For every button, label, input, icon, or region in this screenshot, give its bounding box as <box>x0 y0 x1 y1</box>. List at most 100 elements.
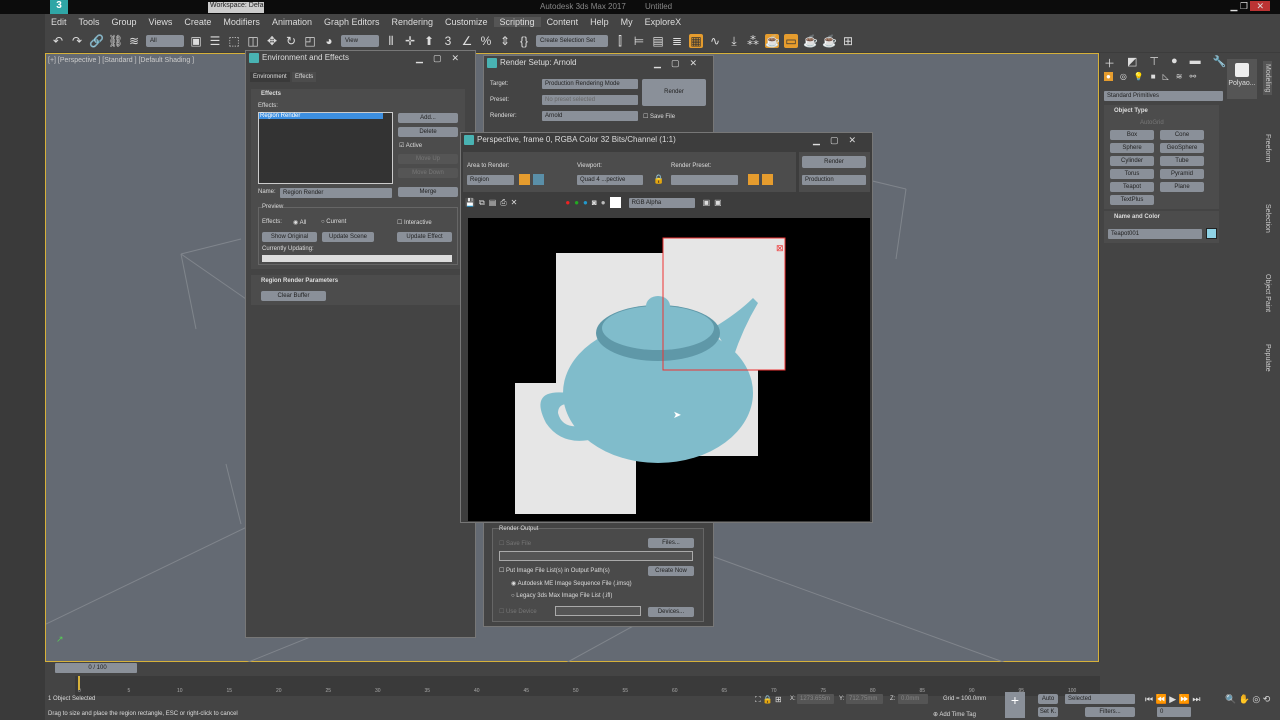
env-title-bar[interactable]: Environment and Effects ▁▢✕ <box>246 51 475 65</box>
menu-help[interactable]: Help <box>584 17 615 27</box>
render-setup-icon[interactable]: ☕ <box>765 34 780 48</box>
selection-filter-dropdown[interactable]: All <box>146 35 184 47</box>
menu-graph-editors[interactable]: Graph Editors <box>318 17 386 27</box>
primitive-cylinder-button[interactable]: Cylinder <box>1110 156 1154 166</box>
device-field[interactable] <box>555 606 641 616</box>
shapes-icon[interactable]: ◎ <box>1120 72 1127 81</box>
ribbon-tab-freeform[interactable]: Freeform <box>1263 131 1272 165</box>
menu-modifiers[interactable]: Modifiers <box>217 17 266 27</box>
primitive-sphere-button[interactable]: Sphere <box>1110 143 1154 153</box>
rotate-icon[interactable]: ↻ <box>284 34 298 48</box>
files-button[interactable]: Files... <box>648 538 694 548</box>
add-time-tag[interactable]: ⊕ Add Time Tag <box>933 711 976 718</box>
geometry-icon[interactable]: ● <box>1104 72 1113 81</box>
utilities-tab-icon[interactable]: 🔧 <box>1213 55 1227 71</box>
align-icon[interactable]: ⊨ <box>632 34 646 48</box>
cameras-icon[interactable]: ■ <box>1151 72 1156 81</box>
print-icon[interactable]: ⎙ <box>500 198 506 208</box>
ribbon-tab-modeling[interactable]: Modeling <box>1263 61 1272 96</box>
primitive-textplus-button[interactable]: TextPlus <box>1110 195 1154 205</box>
setup-window-controls[interactable]: ▁▢✕ <box>654 56 707 70</box>
imsq-radio[interactable]: ◉ Autodesk ME Image Sequence File (.imsq… <box>511 580 632 587</box>
monochrome-icon[interactable]: ● <box>601 198 606 207</box>
render-preset-dropdown[interactable] <box>671 175 738 185</box>
rect-selection-icon[interactable]: ⬚ <box>227 34 241 48</box>
target-dropdown[interactable]: Production Rendering Mode <box>542 79 638 89</box>
color-swatch[interactable] <box>609 197 621 208</box>
undo-icon[interactable]: ↶ <box>51 34 65 48</box>
display-tab-icon[interactable]: ▬ <box>1190 55 1201 71</box>
env-window-controls[interactable]: ▁▢✕ <box>416 51 469 65</box>
selection-set-dropdown[interactable]: Create Selection Set <box>536 35 608 47</box>
named-selection-icon[interactable]: {} <box>517 34 531 48</box>
menu-views[interactable]: Views <box>143 17 179 27</box>
x-coord-field[interactable]: 1273.655m <box>797 694 834 704</box>
scale-icon[interactable]: ◰ <box>303 34 317 48</box>
window-crossing-icon[interactable]: ◫ <box>246 34 260 48</box>
viewport-dropdown[interactable]: Quad 4 ...pective <box>577 175 643 185</box>
percent-snap-icon[interactable]: % <box>479 34 493 48</box>
delete-button[interactable]: Delete <box>398 127 458 137</box>
effects-list-item[interactable]: Region Render <box>259 113 383 119</box>
layer-explorer-icon[interactable]: ▤ <box>651 34 665 48</box>
lock-icon[interactable]: 🔒 <box>653 174 664 185</box>
menu-rendering[interactable]: Rendering <box>386 17 440 27</box>
ribbon-tab-populate[interactable]: Populate <box>1263 341 1272 375</box>
place-icon[interactable]: ◕ <box>322 34 336 48</box>
set-key-button[interactable]: Set K. <box>1038 707 1058 717</box>
playback-controls[interactable]: ⏮ ⏪ ▶ ⏩ ⏭ <box>1145 694 1201 705</box>
create-tab-icon[interactable]: ＋ <box>1104 55 1115 71</box>
pivot-icon[interactable]: ⫴ <box>384 34 398 48</box>
save-file-output-checkbox[interactable]: ☐ Save File <box>499 540 531 547</box>
put-list-checkbox[interactable]: ☐ Put Image File List(s) in Output Path(… <box>499 567 610 574</box>
y-coord-field[interactable]: 712.75mm <box>846 694 883 704</box>
object-type-header[interactable]: Object Type <box>1114 108 1148 114</box>
workspace-dropdown[interactable]: Workspace: Default <box>208 2 264 13</box>
clear-buffer-button[interactable]: Clear Buffer <box>261 291 326 301</box>
region-close-icon[interactable]: ⊠ <box>776 243 784 253</box>
object-name-input[interactable]: Teapot001 <box>1108 229 1202 239</box>
hierarchy-tab-icon[interactable]: ⊤ <box>1149 55 1159 71</box>
tab-environment[interactable]: Environment <box>250 72 290 82</box>
rendered-frame-window-icon[interactable]: ▭ <box>784 34 798 48</box>
all-radio[interactable]: ◉ All <box>293 219 306 226</box>
output-path-field[interactable] <box>499 551 693 561</box>
time-marker[interactable] <box>78 676 80 690</box>
current-radio[interactable]: ○ Current <box>321 219 346 225</box>
autogrid-checkbox[interactable]: AutoGrid <box>1140 120 1164 126</box>
blue-channel-icon[interactable]: ● <box>583 198 588 207</box>
display-toggle-icon[interactable]: ▣ <box>703 198 711 207</box>
alpha-channel-icon[interactable]: ◙ <box>592 198 597 207</box>
info-panel-icon[interactable]: ▣ <box>714 198 722 207</box>
copy-icon[interactable]: ▤ <box>489 198 497 207</box>
primitive-cone-button[interactable]: Cone <box>1160 130 1204 140</box>
clear-icon[interactable]: ✕ <box>511 198 518 207</box>
channel-dropdown[interactable]: RGB Alpha <box>628 197 695 208</box>
effects-list[interactable]: Region Render <box>258 112 393 184</box>
region-params-header[interactable]: Region Render Parameters <box>261 278 338 284</box>
schematic-view-icon[interactable]: ⁂ <box>746 34 760 48</box>
motion-tab-icon[interactable]: ● <box>1171 55 1178 71</box>
selection-lock-icon[interactable]: ⛶ 🔒 ⊞ <box>755 695 782 705</box>
keyboard-shortcut-icon[interactable]: ⬆ <box>422 34 436 48</box>
primitive-tube-button[interactable]: Tube <box>1160 156 1204 166</box>
name-color-header[interactable]: Name and Color <box>1114 214 1160 220</box>
category-dropdown[interactable]: Standard Primitives <box>1104 91 1223 101</box>
frame-title-bar[interactable]: Perspective, frame 0, RGBA Color 32 Bits… <box>461 133 872 147</box>
viewport-label[interactable]: [+] [Perspective ] [Standard ] [Default … <box>48 57 194 64</box>
lights-icon[interactable]: 💡 <box>1134 72 1144 81</box>
ribbon-icon[interactable]: ≣ <box>670 34 684 48</box>
devices-button[interactable]: Devices... <box>648 607 694 617</box>
save-image-icon[interactable]: 💾 <box>465 198 475 207</box>
red-channel-icon[interactable]: ● <box>565 198 570 207</box>
menu-tools[interactable]: Tools <box>73 17 106 27</box>
time-slider[interactable]: 0 / 100 <box>55 663 137 673</box>
render-setup-icon[interactable] <box>748 174 759 185</box>
select-by-name-icon[interactable]: ☰ <box>208 34 222 48</box>
spacewarps-icon[interactable]: ≋ <box>1176 72 1183 81</box>
window-controls[interactable]: ▁ ❐ ✕ <box>1178 1 1278 13</box>
edit-region-icon[interactable] <box>519 174 530 185</box>
show-original-button[interactable]: Show Original <box>262 232 317 242</box>
set-key-big-button[interactable]: + <box>1005 692 1025 718</box>
green-channel-icon[interactable]: ● <box>574 198 579 207</box>
